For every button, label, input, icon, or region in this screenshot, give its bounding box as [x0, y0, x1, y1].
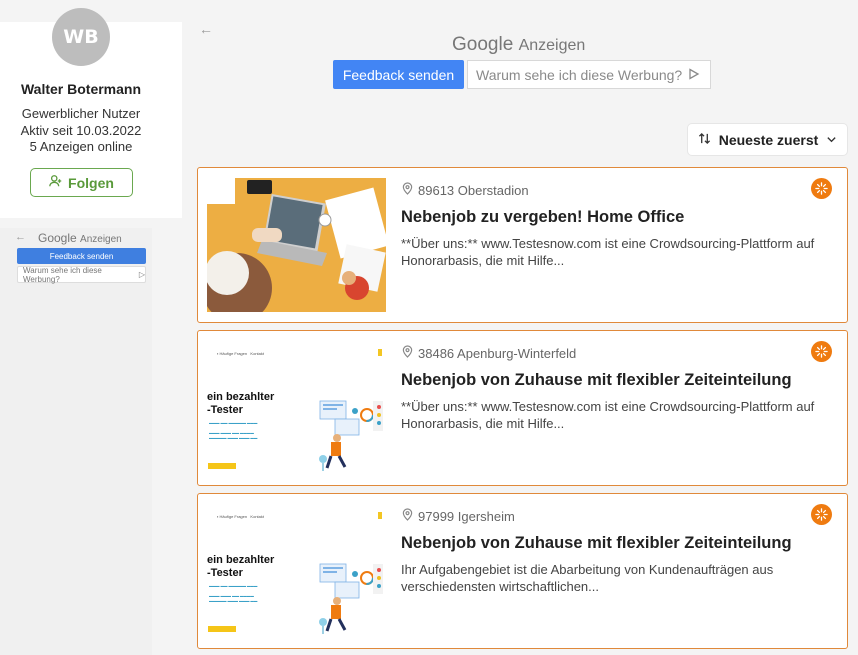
listing-card[interactable]: ▪ Häufige Fragen Kontakt ein bezahlter -T…: [197, 493, 848, 649]
google-ads-logo: Google Anzeigen: [452, 34, 585, 56]
thumb-heading: ein bezahlter -Tester: [207, 391, 274, 417]
mini-why-label: Warum sehe ich diese Werbung?: [23, 265, 102, 284]
pro-badge-icon: [811, 178, 832, 199]
sidebar-google-ad: ← Google Anzeigen Feedback senden Warum …: [0, 228, 152, 655]
listing-image[interactable]: [207, 178, 386, 312]
seller-type: Gewerblicher Nutzer: [21, 106, 141, 121]
listing-description: **Über uns:** www.Testesnow.com ist eine…: [401, 399, 815, 431]
location-pin-icon: [402, 508, 413, 524]
sort-label: Neueste zuerst: [718, 131, 819, 148]
follow-label: Folgen: [68, 174, 114, 191]
anzeigen-label: Anzeigen: [518, 37, 586, 54]
listing-location-text: 97999 Igersheim: [418, 508, 515, 524]
play-outline-icon: [688, 67, 700, 83]
why-this-ad-label: Warum sehe ich diese Werbung?: [476, 66, 683, 83]
mini-feedback-button[interactable]: Feedback senden: [17, 248, 146, 264]
listing-location-text: 89613 Oberstadion: [418, 182, 529, 198]
follow-button[interactable]: Folgen: [30, 168, 133, 197]
thumb-heading-line1: ein bezahlter: [207, 391, 275, 403]
back-arrow-icon[interactable]: ←: [15, 231, 26, 243]
google-wordmark: Google: [38, 231, 77, 245]
listing-image[interactable]: ▪ Häufige Fragen Kontakt ein bezahlter -T…: [207, 341, 386, 475]
listing-location: 97999 Igersheim: [402, 508, 515, 524]
listing-description: **Über uns:** www.Testesnow.com ist eine…: [401, 236, 815, 268]
listing-image[interactable]: ▪ Häufige Fragen Kontakt ein bezahlter -T…: [207, 504, 386, 638]
location-pin-icon: [402, 345, 413, 361]
seller-name[interactable]: Walter Botermann: [0, 81, 162, 97]
thumb-heading-line1: ein bezahlter: [207, 554, 275, 566]
mini-why-ad-button[interactable]: Warum sehe ich diese Werbung? ▷: [17, 265, 146, 284]
why-this-ad-button[interactable]: Warum sehe ich diese Werbung?: [467, 60, 711, 89]
chevron-down-icon: [826, 132, 837, 148]
sort-dropdown[interactable]: Neueste zuerst: [688, 124, 847, 155]
feedback-button[interactable]: Feedback senden: [333, 60, 464, 89]
listing-title[interactable]: Nebenjob von Zuhause mit flexibler Zeite…: [401, 534, 792, 553]
listing-card[interactable]: ▪ Häufige Fragen Kontakt ein bezahlter -T…: [197, 330, 848, 486]
thumb-nav: ▪ Häufige Fragen Kontakt: [217, 351, 264, 356]
pro-badge-icon: [811, 504, 832, 525]
google-ads-logo: Google Anzeigen: [38, 231, 122, 245]
thumb-nav: ▪ Häufige Fragen Kontakt: [217, 514, 264, 519]
google-wordmark: Google: [452, 34, 514, 55]
listing-title[interactable]: Nebenjob von Zuhause mit flexibler Zeite…: [401, 371, 792, 390]
seller-active-since: Aktiv seit 10.03.2022: [20, 123, 142, 138]
listing-title[interactable]: Nebenjob zu vergeben! Home Office: [401, 208, 684, 227]
thumb-heading-line2: -Tester: [207, 404, 243, 416]
listing-location: 38486 Apenburg-Winterfeld: [402, 345, 576, 361]
listing-location: 89613 Oberstadion: [402, 182, 529, 198]
follow-user-icon: [49, 174, 63, 191]
seller-profile-card: WB Walter Botermann Gewerblicher Nutzer …: [0, 8, 182, 218]
thumb-heading-line2: -Tester: [207, 567, 243, 579]
back-arrow-icon[interactable]: ←: [199, 21, 213, 37]
seller-ads-count: 5 Anzeigen online: [29, 139, 133, 154]
anzeigen-label: Anzeigen: [80, 234, 122, 245]
location-pin-icon: [402, 182, 413, 198]
listing-card[interactable]: 89613 Oberstadion Nebenjob zu vergeben! …: [197, 167, 848, 323]
listing-description: Ihr Aufgabengebiet ist die Abarbeitung v…: [401, 562, 774, 594]
listing-location-text: 38486 Apenburg-Winterfeld: [418, 345, 577, 361]
sort-arrows-icon: [698, 132, 711, 148]
avatar: WB: [52, 8, 110, 66]
thumb-heading: ein bezahlter -Tester: [207, 554, 274, 580]
pro-badge-icon: [811, 341, 832, 362]
